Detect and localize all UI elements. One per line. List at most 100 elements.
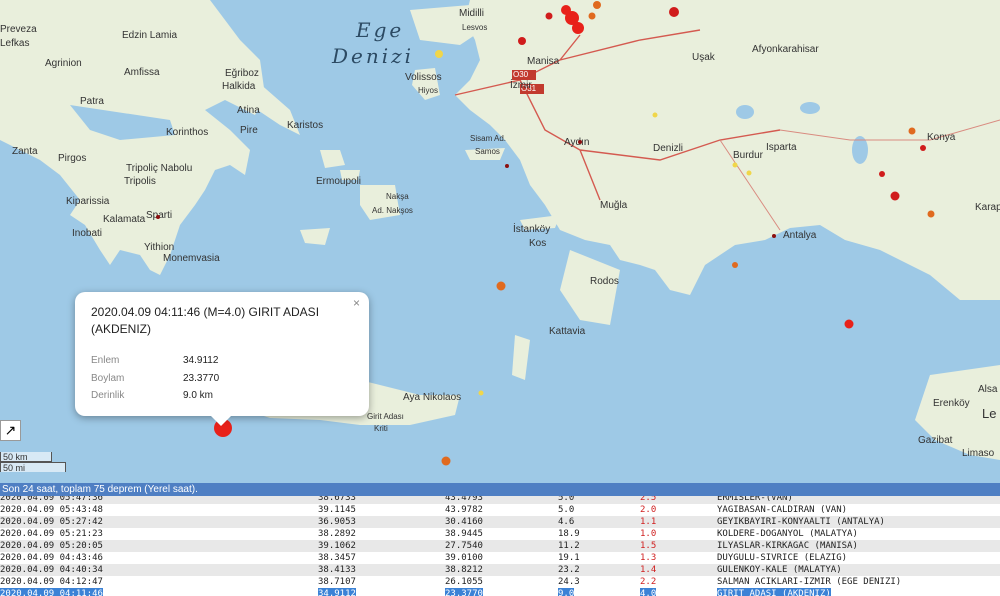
- earthquake-popup: × 2020.04.09 04:11:46 (M=4.0) GIRIT ADAS…: [75, 292, 369, 426]
- place-label: Afyonkarahisar: [752, 44, 819, 55]
- place-label: Hiyos: [418, 86, 439, 95]
- table-cell-lat: 38.7107: [318, 577, 356, 587]
- table-cell-depth: 5.0: [558, 505, 575, 515]
- table-cell-lat: 38.2892: [318, 529, 356, 539]
- table-row[interactable]: 2020.04.09 05:43:48 39.1145 43.9782 5.0 2.0 Y…: [0, 504, 1000, 516]
- earthquake-marker[interactable]: [890, 191, 900, 201]
- earthquake-marker[interactable]: [927, 210, 935, 218]
- earthquake-marker[interactable]: [879, 171, 885, 177]
- table-cell-lon: 39.0100: [445, 553, 483, 563]
- table-row[interactable]: 2020.04.09 05:21:23 38.2892 38.9445 18.9 1.0…: [0, 528, 1000, 540]
- city-dot: [156, 215, 160, 219]
- table-cell-dt: 2020.04.09 04:43:46: [0, 553, 103, 563]
- place-label: Ad. Nakşos: [372, 206, 413, 215]
- place-label: Midilli: [459, 8, 484, 19]
- earthquake-marker[interactable]: [746, 170, 752, 176]
- expand-arrow-icon: ↗: [4, 422, 17, 438]
- earthquake-marker[interactable]: [908, 127, 916, 135]
- popup-value: 23.3770: [183, 373, 220, 384]
- table-cell-mag: 1.4: [640, 565, 657, 575]
- table-cell-lat: 36.9053: [318, 517, 356, 527]
- earthquake-marker[interactable]: [545, 12, 553, 20]
- popup-title: 2020.04.09 04:11:46 (M=4.0) GIRIT ADASI …: [91, 305, 320, 336]
- table-cell-place: ILYASLAR-KIRKAGAC (MANISA): [717, 541, 858, 551]
- earthquake-marker[interactable]: [588, 12, 596, 20]
- table-row[interactable]: 2020.04.09 05:20:05 39.1062 27.7540 11.2 1.5…: [0, 540, 1000, 552]
- table-cell-lat: 38.3457: [318, 553, 356, 563]
- table-cell-place: DUYGULU-SIVRICE (ELAZIG): [717, 553, 848, 563]
- earthquake-marker[interactable]: [518, 37, 526, 45]
- table-row-selected[interactable]: 2020.04.09 04:11:46 34.9112 23.3770 9.0 4.0 G…: [0, 588, 1000, 596]
- earthquake-marker[interactable]: [572, 22, 584, 34]
- place-label: Kiparissia: [66, 196, 110, 207]
- place-label: Karap: [975, 202, 1000, 213]
- sea-label: Denizi: [332, 44, 415, 68]
- table-row[interactable]: 2020.04.09 05:47:36 38.6733 43.4793 5.0 2.5 E…: [0, 496, 1000, 504]
- earthquake-marker[interactable]: [652, 112, 658, 118]
- table-cell-depth: 23.2: [558, 565, 580, 575]
- place-label: Preveza: [0, 24, 37, 35]
- city-dot: [578, 140, 582, 144]
- earthquake-marker[interactable]: [732, 162, 738, 168]
- place-label: Eğriboz: [225, 68, 259, 79]
- table-cell-place: KOLDERE-DOGANYOL (MALATYA): [717, 529, 858, 539]
- place-label: Isparta: [766, 142, 797, 153]
- table-cell-lat: 38.6733: [318, 496, 356, 503]
- table-row[interactable]: 2020.04.09 05:27:42 36.9053 30.4160 4.6 1.1 G…: [0, 516, 1000, 528]
- table-cell-mag: 1.3: [640, 553, 657, 563]
- earthquake-marker[interactable]: [844, 319, 854, 329]
- place-label: Lefkas: [0, 38, 30, 49]
- table-row[interactable]: 2020.04.09 04:40:34 38.4133 38.8212 23.2 1.4…: [0, 564, 1000, 576]
- earthquake-marker[interactable]: [496, 281, 506, 291]
- place-label: Nakşa: [386, 192, 409, 201]
- table-row[interactable]: 2020.04.09 04:12:47 38.7107 26.1055 24.3 2.2…: [0, 576, 1000, 588]
- earthquake-marker[interactable]: [593, 1, 601, 9]
- popup-row-longitude: Boylam 23.3770: [91, 373, 219, 384]
- earthquake-marker[interactable]: [561, 5, 571, 15]
- table-cell-depth: 24.3: [558, 577, 580, 587]
- place-label: Edzin Lamia: [122, 30, 178, 41]
- table-cell-dt: 2020.04.09 05:43:48: [0, 505, 103, 515]
- place-label: Ermoupoli: [316, 176, 362, 187]
- table-cell-mag: 2.5: [640, 496, 657, 503]
- popup-label: Derinlik: [91, 390, 125, 401]
- earthquake-marker[interactable]: [441, 456, 451, 466]
- table-cell-depth: 4.6: [558, 517, 575, 527]
- table-cell-lon: 43.4793: [445, 496, 483, 503]
- land-cyclades-a: [320, 150, 345, 168]
- earthquake-marker[interactable]: [669, 7, 679, 17]
- earthquake-marker[interactable]: [478, 390, 484, 396]
- table-cell-place: GIRIT ADASI (AKDENIZ): [717, 588, 831, 596]
- table-cell-mag: 2.2: [640, 577, 657, 587]
- place-label: Limaso: [962, 448, 995, 459]
- table-cell-dt: 2020.04.09 04:11:46: [0, 588, 103, 596]
- table-row[interactable]: 2020.04.09 04:43:46 38.3457 39.0100 19.1 1.3…: [0, 552, 1000, 564]
- fullscreen-button[interactable]: ↗: [0, 420, 21, 441]
- city-dot: [772, 234, 776, 238]
- earthquake-marker[interactable]: [920, 145, 926, 151]
- earthquake-marker[interactable]: [435, 50, 443, 58]
- table-cell-dt: 2020.04.09 05:21:23: [0, 529, 103, 539]
- land-cyclades-b: [300, 228, 330, 245]
- table-cell-place: YAGIBASAN-CALDIRAN (VAN): [717, 505, 848, 515]
- place-label: Antalya: [783, 230, 817, 241]
- earthquake-marker[interactable]: [732, 262, 738, 268]
- place-label: Yithion: [144, 242, 175, 253]
- earthquake-table[interactable]: 2020.04.09 05:47:36 38.6733 43.4793 5.0 2.5 E…: [0, 496, 1000, 596]
- close-icon[interactable]: ×: [353, 296, 360, 310]
- map-view[interactable]: Ege Denizi O30 O31 Preveza Lefkas Agrini…: [0, 0, 1000, 483]
- lake-burdur: [736, 105, 754, 119]
- popup-label: Boylam: [91, 373, 125, 384]
- table-cell-dt: 2020.04.09 05:47:36: [0, 496, 103, 503]
- table-cell-place: ERMISLER-(VAN): [717, 496, 793, 503]
- popup-label: Enlem: [91, 355, 120, 366]
- table-cell-mag: 1.0: [640, 529, 657, 539]
- popup-row-depth: Derinlik 9.0 km: [91, 390, 213, 401]
- place-label: Girit Adası: [367, 412, 404, 421]
- place-label: Atina: [237, 105, 260, 116]
- table-cell-lat: 38.4133: [318, 565, 356, 575]
- table-cell-mag: 1.1: [640, 517, 657, 527]
- table-cell-dt: 2020.04.09 05:20:05: [0, 541, 103, 551]
- place-label: İstanköy: [513, 224, 551, 235]
- place-label: Sisam Ad.: [470, 134, 507, 143]
